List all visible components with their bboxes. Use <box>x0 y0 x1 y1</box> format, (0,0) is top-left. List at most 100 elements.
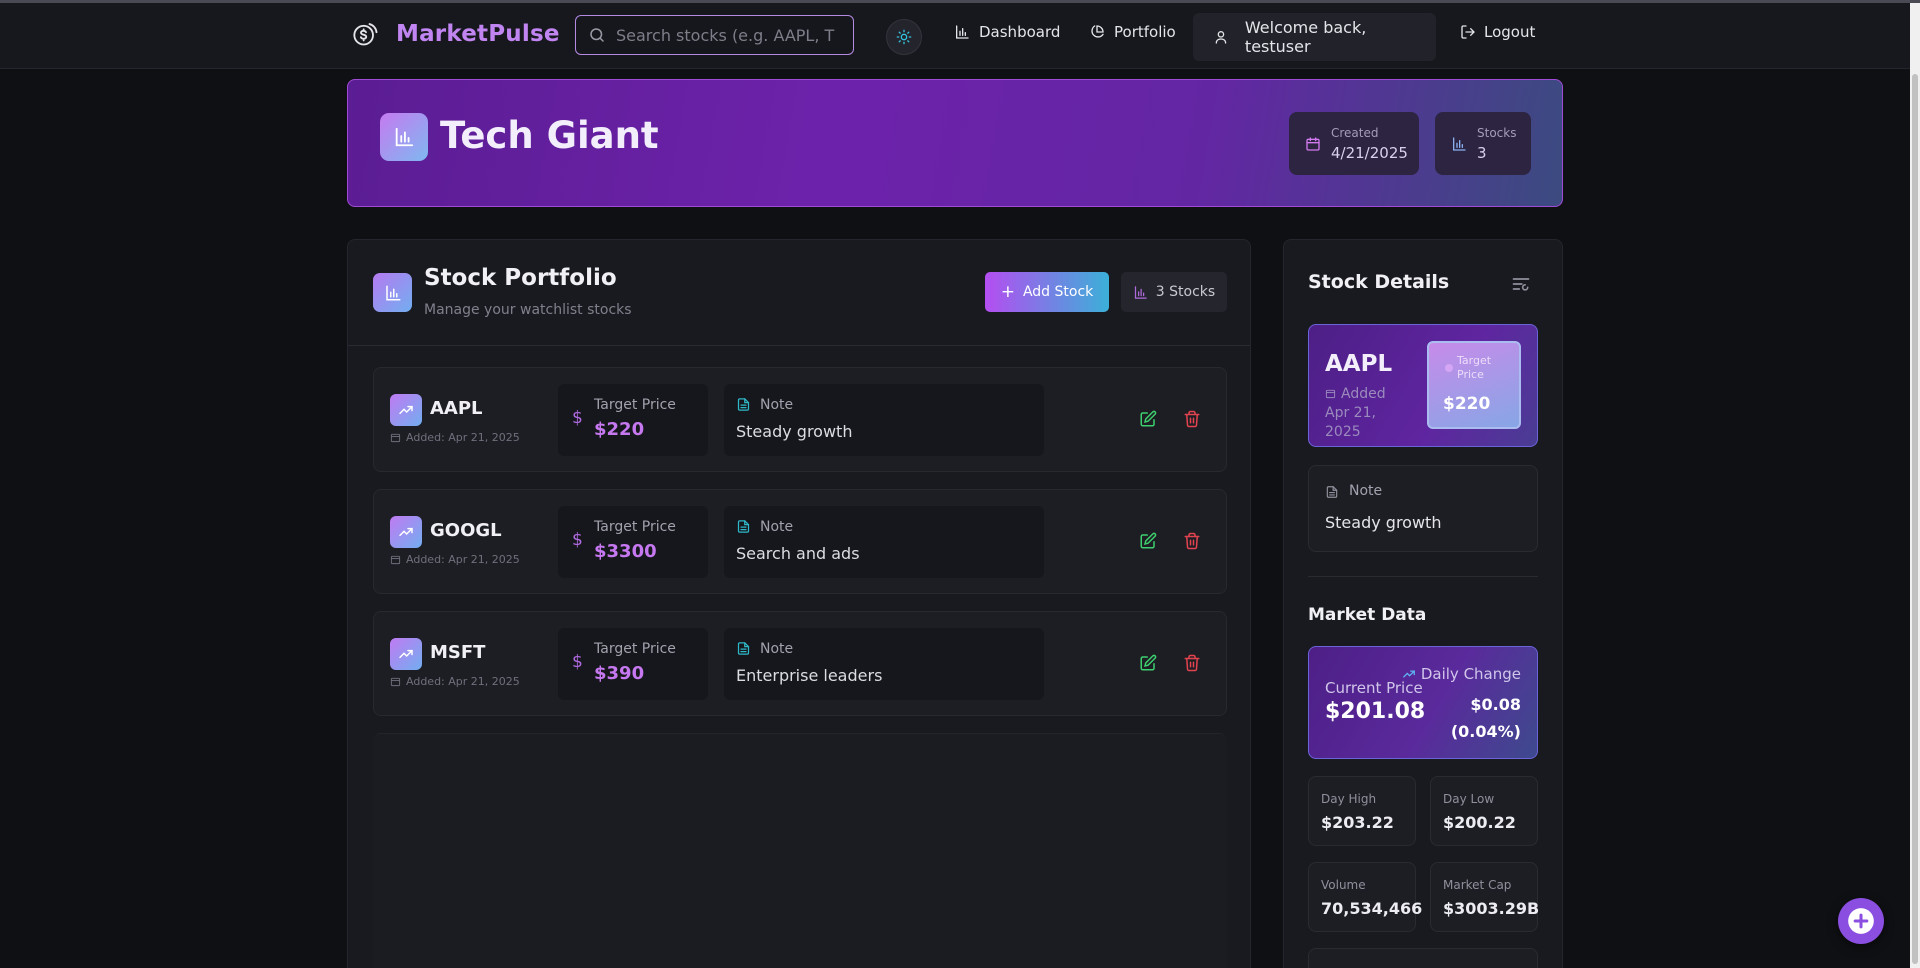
stock-added-text: Added: Apr 21, 2025 <box>406 675 520 688</box>
target-price-label: Target Price <box>594 641 676 657</box>
trending-up-icon <box>1402 670 1415 678</box>
stock-added-date: Added: Apr 21, 2025 <box>390 431 520 444</box>
portfolio-header: Tech Giant Created 4/21/2025 Stocks 3 <box>347 79 1563 207</box>
stock-count-badge: 3 Stocks <box>1121 272 1227 312</box>
search-icon <box>590 28 604 42</box>
note-value: Search and ads <box>736 544 860 563</box>
target-price-box: $ Target Price $220 <box>558 384 708 456</box>
scrollbar-thumb[interactable] <box>1912 74 1918 964</box>
empty-list-area <box>373 733 1227 968</box>
stock-details-panel: Stock Details AAPL Added Apr 21, 2025 Ta… <box>1283 239 1563 968</box>
trash-icon[interactable] <box>1183 410 1201 428</box>
market-cap-value: $3003.29B <box>1443 899 1540 918</box>
trending-up-icon <box>390 394 422 426</box>
add-stock-button[interactable]: + Add Stock <box>985 272 1109 312</box>
list-filter-icon[interactable] <box>1511 274 1531 294</box>
nav-dashboard[interactable]: Dashboard <box>954 23 1060 41</box>
edit-icon[interactable] <box>1139 410 1157 428</box>
calendar-icon <box>390 555 401 565</box>
divider <box>1308 576 1538 577</box>
nav-dashboard-label: Dashboard <box>979 23 1061 41</box>
user-icon <box>1215 31 1227 44</box>
stock-count-label: 3 Stocks <box>1155 284 1216 300</box>
user-menu[interactable]: Welcome back, testuser <box>1193 13 1436 61</box>
details-note-label: Note <box>1349 483 1383 499</box>
target-price-label: Target Price <box>594 397 676 413</box>
theme-toggle-button[interactable] <box>886 19 922 55</box>
logout-icon <box>1461 25 1475 39</box>
selected-added: Added Apr 21, 2025 <box>1325 385 1409 442</box>
trending-up-icon <box>390 516 422 548</box>
day-high-value: $203.22 <box>1321 813 1394 832</box>
target-price-box: $ Target Price $390 <box>558 628 708 700</box>
stock-row[interactable]: MSFT Added: Apr 21, 2025 $ Target Price … <box>373 611 1227 716</box>
day-high-card: Day High $203.22 <box>1308 776 1416 846</box>
trash-icon[interactable] <box>1183 654 1201 672</box>
details-extra-card <box>1308 948 1538 968</box>
welcome-text: Welcome back, testuser <box>1244 18 1367 56</box>
note-value: Enterprise leaders <box>736 666 883 685</box>
navbar: MarketPulse Dashboard Portfolio Welcome … <box>0 3 1910 69</box>
calendar-icon <box>390 433 401 443</box>
volume-value: 70,534,466 <box>1321 899 1423 918</box>
target-price-value: $3300 <box>594 541 657 562</box>
edit-icon[interactable] <box>1139 532 1157 550</box>
selected-stock-card: AAPL Added Apr 21, 2025 Target Price $22… <box>1308 324 1538 447</box>
target-price-label: Target Price <box>594 519 676 535</box>
volume-label: Volume <box>1321 878 1366 892</box>
note-label: Note <box>760 641 794 657</box>
plus-icon <box>1848 908 1874 934</box>
selected-target-value: $220 <box>1443 394 1491 414</box>
details-note-card: Note Steady growth <box>1308 465 1538 552</box>
market-data-title: Market Data <box>1308 605 1427 625</box>
dollar-icon: $ <box>572 652 583 672</box>
bar-chart-icon <box>956 25 969 39</box>
file-text-icon <box>1326 486 1338 498</box>
current-price-card: Current Price $201.08 Daily Change $0.08… <box>1308 646 1538 759</box>
daily-change-label-text: Daily Change <box>1420 665 1521 683</box>
file-text-icon <box>737 398 750 411</box>
note-label: Note <box>760 397 794 413</box>
created-value: 4/21/2025 <box>1331 143 1408 162</box>
market-cap-card: Market Cap $3003.29B <box>1430 862 1540 932</box>
brand[interactable]: MarketPulse <box>352 20 560 48</box>
nav-portfolio[interactable]: Portfolio <box>1089 23 1176 41</box>
search-input[interactable] <box>616 25 841 45</box>
stocks-value: 3 <box>1477 143 1487 162</box>
stock-row[interactable]: AAPL Added: Apr 21, 2025 $ Target Price … <box>373 367 1227 472</box>
stocks-label: Stocks <box>1477 125 1517 140</box>
trash-icon[interactable] <box>1183 532 1201 550</box>
logout-label: Logout <box>1484 23 1536 41</box>
add-stock-label: Add Stock <box>1022 284 1094 300</box>
selected-symbol: AAPL <box>1325 351 1393 377</box>
daily-change-label: Daily Change <box>1402 665 1521 683</box>
bar-chart-icon <box>1453 136 1466 151</box>
target-price-value: $220 <box>594 419 645 440</box>
floating-add-button[interactable] <box>1838 898 1884 944</box>
dollar-icon: $ <box>572 530 583 550</box>
note-box: Note Enterprise leaders <box>724 628 1044 700</box>
edit-icon[interactable] <box>1139 654 1157 672</box>
selected-target-label: Target Price <box>1457 354 1492 381</box>
details-note-value: Steady growth <box>1325 513 1442 532</box>
day-low-label: Day Low <box>1443 792 1495 806</box>
portfolio-name: Tech Giant <box>440 114 659 157</box>
target-dot-icon <box>1445 364 1453 372</box>
current-price-value: $201.08 <box>1325 699 1426 724</box>
stock-row[interactable]: GOOGL Added: Apr 21, 2025 $ Target Price… <box>373 489 1227 594</box>
stock-symbol: AAPL <box>430 398 483 419</box>
daily-change-value: $0.08 (0.04%) <box>1450 695 1521 741</box>
day-high-label: Day High <box>1321 792 1377 806</box>
selected-target-box: Target Price $220 <box>1427 341 1521 429</box>
day-low-value: $200.22 <box>1443 813 1516 832</box>
dollar-icon: $ <box>572 408 583 428</box>
pie-chart-icon <box>1091 25 1104 38</box>
market-cap-label: Market Cap <box>1443 878 1512 892</box>
sun-icon <box>896 29 912 45</box>
calendar-icon <box>390 677 401 687</box>
panel-header: Stock Portfolio Manage your watchlist st… <box>348 240 1250 346</box>
bar-chart-icon <box>373 273 412 312</box>
search-box[interactable] <box>575 15 854 55</box>
logout-button[interactable]: Logout <box>1460 23 1535 41</box>
calendar-icon <box>1306 136 1320 151</box>
